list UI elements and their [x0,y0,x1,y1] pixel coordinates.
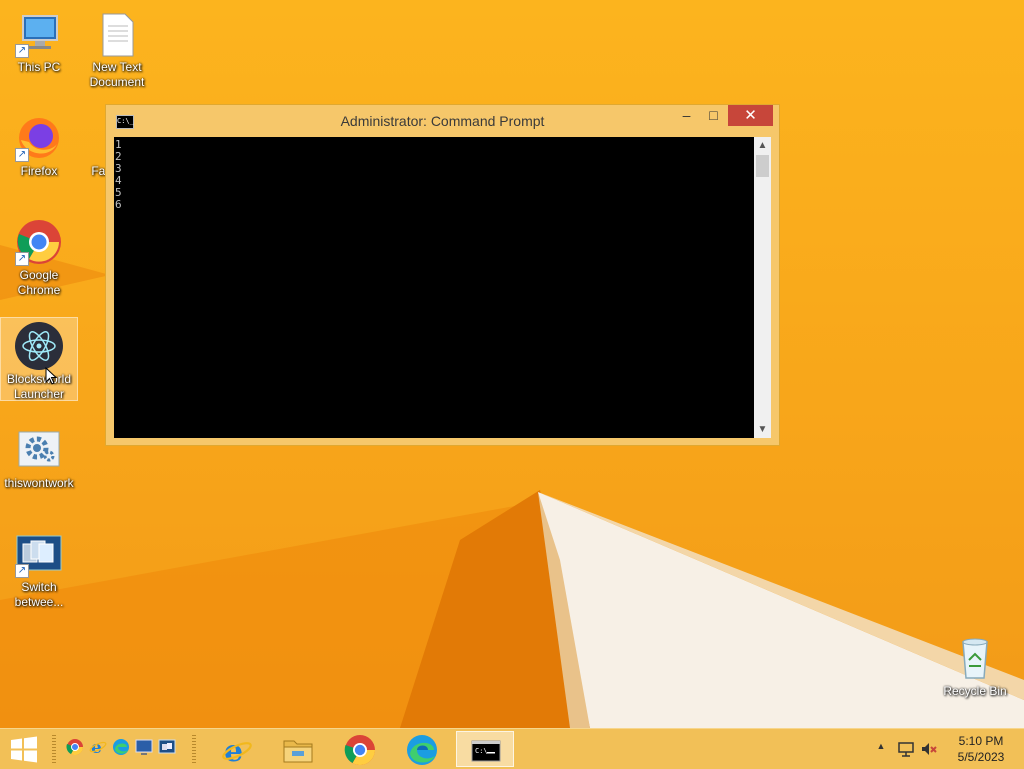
show-hidden-icons-button[interactable]: ▲ [874,741,888,755]
internet-explorer-icon: e [222,734,252,766]
desktop-icon-new-text-document[interactable]: New Text Document [79,6,155,90]
start-button[interactable] [8,736,40,763]
command-prompt-icon: C:\ [471,740,501,762]
close-button[interactable]: ✕ [728,105,773,126]
toolbar-grip[interactable] [192,735,196,763]
command-prompt-window[interactable]: C:\_ Administrator: Command Prompt – □ ✕… [105,104,780,446]
taskbar-command-prompt[interactable]: C:\ [456,731,514,767]
console-line: 6 [115,198,122,211]
settings-gear-icon [15,426,63,474]
quicklaunch-window-switcher-icon[interactable] [158,738,176,756]
scroll-down-button[interactable]: ▼ [754,421,771,438]
taskbar: e e C:\ ▲ 5:10 PM 5/5/2023 [0,728,1024,769]
windows-logo-icon [11,736,37,763]
quicklaunch-chrome-icon[interactable] [66,738,84,756]
console-output-area[interactable]: 1 2 3 4 5 6 [114,137,754,438]
firefox-icon: ↗ [15,114,63,162]
desktop-icon-recycle-bin[interactable]: Recycle Bin [937,630,1013,699]
this-pc-icon: ↗ [15,10,63,58]
maximize-button[interactable]: □ [700,105,727,126]
desktop-icon-firefox[interactable]: ↗ Firefox [1,110,77,179]
desktop-icon-thiswontwork[interactable]: thiswontwork [1,422,77,491]
minimize-button[interactable]: – [673,105,700,126]
recycle-bin-icon [951,634,999,682]
window-titlebar[interactable]: C:\_ Administrator: Command Prompt – □ ✕ [106,105,779,137]
desktop-icon-switch-between-windows[interactable]: ↗ Switch betwee... [1,526,77,610]
svg-text:C:\: C:\ [475,747,488,755]
quicklaunch-show-desktop-icon[interactable] [135,738,153,756]
toolbar-grip[interactable] [52,735,56,763]
network-icon[interactable] [897,740,915,758]
quicklaunch-edge-icon[interactable] [112,738,130,756]
text-document-icon [93,10,141,58]
scrollbar-thumb[interactable] [756,155,769,177]
mouse-cursor-icon [45,367,57,385]
desktop-icon-this-pc[interactable]: ↗ This PC [1,6,77,75]
chrome-icon: ↗ [15,218,63,266]
taskbar-clock[interactable]: 5:10 PM 5/5/2023 [948,733,1014,765]
desktop-icon-blocksworld-launcher[interactable]: Blocksworld Launcher [0,317,78,401]
taskbar-file-explorer[interactable] [269,731,327,767]
console-lines: 1 2 3 4 5 6 [115,139,122,211]
edge-icon [407,735,437,765]
chrome-icon [344,735,375,766]
vertical-scrollbar[interactable]: ▲ ▼ [754,137,771,438]
taskbar-internet-explorer[interactable]: e [208,731,266,767]
volume-muted-icon[interactable] [920,740,938,758]
taskbar-google-chrome[interactable] [331,731,389,767]
desktop: ↗ This PC New Text Document ↗ Firefox ↗ … [0,0,1024,728]
scroll-up-button[interactable]: ▲ [754,137,771,154]
taskbar-microsoft-edge[interactable] [393,731,451,767]
electron-icon [15,322,63,370]
folder-icon [283,740,313,763]
clock-time: 5:10 PM [958,734,1004,748]
switch-windows-icon: ↗ [15,530,63,578]
quicklaunch-ie-icon[interactable]: e [89,738,107,758]
clock-date: 5/5/2023 [957,750,1005,764]
desktop-icon-google-chrome[interactable]: ↗ Google Chrome [1,214,77,298]
